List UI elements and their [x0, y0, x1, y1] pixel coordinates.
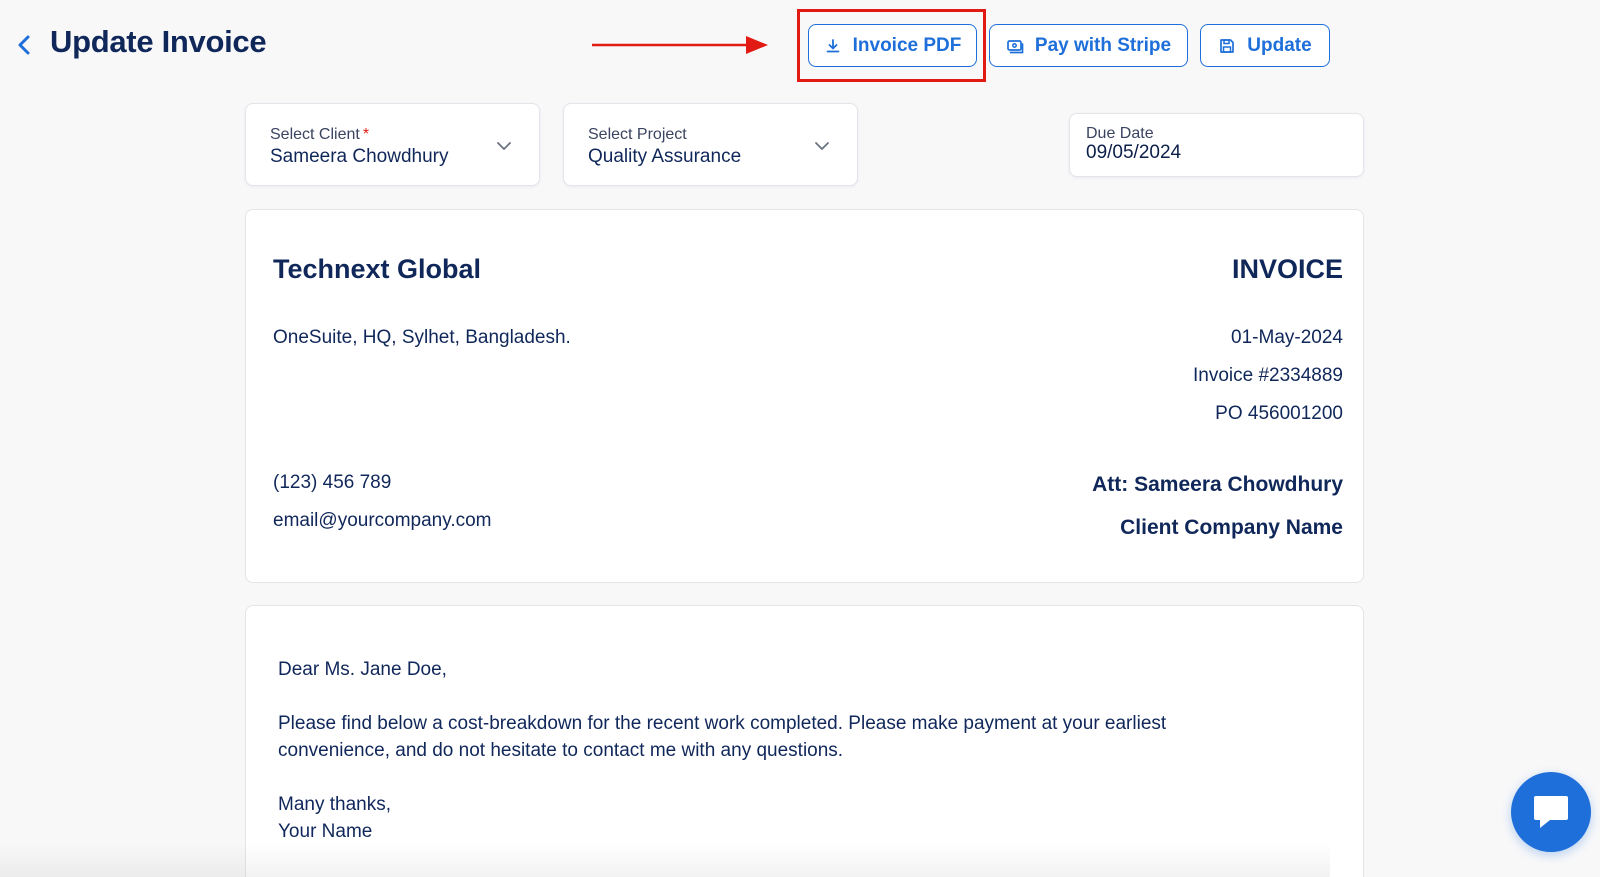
- company-name: Technext Global: [273, 254, 482, 284]
- invoice-date: 01-May-2024: [1231, 327, 1343, 348]
- select-client-label-text: Select Client: [270, 126, 360, 143]
- invoice-client-company: Client Company Name: [1120, 516, 1343, 539]
- company-address: OneSuite, HQ, Sylhet, Bangladesh.: [273, 327, 571, 348]
- chevron-down-icon: [497, 142, 511, 150]
- update-label: Update: [1247, 34, 1312, 56]
- required-asterisk: *: [362, 126, 370, 143]
- company-phone: (123) 456 789: [273, 472, 392, 493]
- chat-button[interactable]: [1511, 772, 1591, 852]
- invoice-header-card: Technext Global OneSuite, HQ, Sylhet, Ba…: [245, 209, 1364, 583]
- invoice-attention: Att: Sameera Chowdhury: [1092, 473, 1343, 496]
- letter-signature: Your Name: [278, 821, 373, 842]
- invoice-title: INVOICE: [1231, 254, 1343, 284]
- chat-bubble-icon: [1534, 796, 1568, 828]
- pay-with-stripe-label: Pay with Stripe: [1034, 34, 1172, 56]
- due-date-value[interactable]: 09/05/2024: [1086, 142, 1181, 164]
- letter-closing: Many thanks,: [278, 794, 391, 815]
- credit-card-icon: [1007, 39, 1024, 53]
- back-chevron-icon[interactable]: [14, 30, 34, 60]
- due-date-field[interactable]: Due Date 09/05/2024: [1069, 113, 1364, 177]
- invoice-po: PO 456001200: [1215, 403, 1343, 424]
- invoice-pdf-button[interactable]: Invoice PDF: [808, 24, 977, 67]
- letter-body: Please find below a cost-breakdown for t…: [278, 713, 1167, 761]
- company-email: email@yourcompany.com: [273, 510, 492, 531]
- update-button[interactable]: Update: [1200, 24, 1330, 67]
- page-title: Update Invoice: [50, 24, 267, 59]
- letter-greeting: Dear Ms. Jane Doe,: [278, 659, 447, 680]
- chevron-down-icon: [815, 142, 829, 150]
- annotation-arrow-icon: [592, 34, 770, 56]
- select-project-dropdown[interactable]: Select Project Quality Assurance: [563, 103, 858, 186]
- download-icon: [826, 38, 840, 52]
- select-client-value: Sameera Chowdhury: [270, 146, 449, 167]
- select-project-value: Quality Assurance: [588, 146, 742, 167]
- select-client-label: Select Client *: [270, 126, 369, 144]
- invoice-pdf-label: Invoice PDF: [852, 34, 962, 56]
- select-client-dropdown[interactable]: Select Client * Sameera Chowdhury: [245, 103, 540, 186]
- save-icon: [1220, 38, 1235, 53]
- pay-with-stripe-button[interactable]: Pay with Stripe: [989, 24, 1188, 67]
- select-project-label: Select Project: [588, 126, 687, 143]
- invoice-number: Invoice #2334889: [1192, 365, 1343, 386]
- due-date-label: Due Date: [1086, 125, 1154, 142]
- invoice-letter-card: Dear Ms. Jane Doe, Please find below a c…: [245, 605, 1364, 877]
